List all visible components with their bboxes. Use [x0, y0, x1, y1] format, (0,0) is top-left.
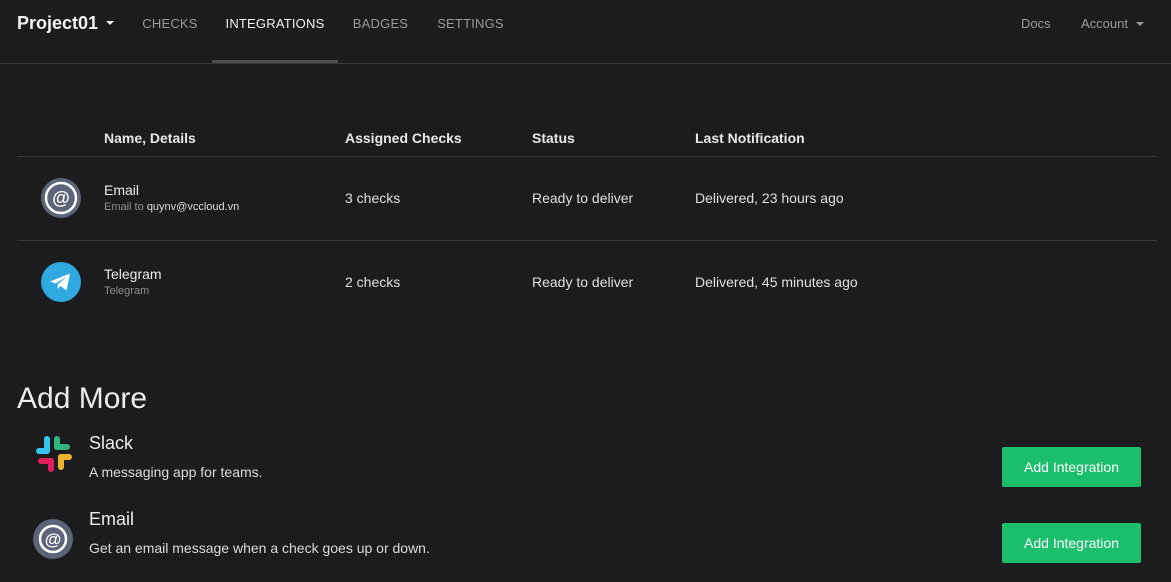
caret-down-icon	[1135, 21, 1144, 26]
add-item-email: @ Email Get an email message when a chec…	[17, 509, 1157, 579]
tab-integrations-label: INTEGRATIONS	[225, 16, 325, 31]
account-label: Account	[1081, 16, 1128, 31]
project-name: Project01	[17, 12, 99, 33]
svg-text:@: @	[45, 530, 62, 549]
table-row[interactable]: Telegram Telegram 2 checks Ready to deli…	[17, 241, 1157, 324]
integration-description: Get an email message when a check goes u…	[89, 540, 430, 556]
integration-details: Email to quynv@vccloud.vn	[104, 201, 239, 213]
details-prefix: Email to	[104, 201, 144, 213]
email-icon: @	[33, 519, 73, 559]
last-notification: Delivered, 45 minutes ago	[695, 274, 858, 290]
header-assigned: Assigned Checks	[345, 130, 462, 146]
tab-badges-label: BADGES	[352, 16, 409, 31]
header-status: Status	[532, 130, 575, 146]
tab-checks-label: CHECKS	[142, 16, 198, 31]
integration-name: Email	[104, 182, 140, 198]
integration-description: A messaging app for teams.	[89, 464, 263, 480]
status-text: Ready to deliver	[532, 190, 634, 206]
tab-badges[interactable]: BADGES	[338, 0, 423, 63]
integration-details: Telegram	[104, 285, 162, 297]
add-more-heading: Add More	[17, 382, 148, 415]
tab-integrations[interactable]: INTEGRATIONS	[212, 0, 338, 63]
table-header: Name, Details Assigned Checks Status Las…	[17, 120, 1157, 157]
integration-name-cell[interactable]: Email Email to quynv@vccloud.vn	[104, 182, 239, 213]
telegram-icon	[41, 262, 81, 302]
project-switcher[interactable]: Project01	[17, 12, 115, 34]
integration-title: Email	[89, 509, 135, 529]
table-row[interactable]: @ Email Email to quynv@vccloud.vn 3 chec…	[17, 157, 1157, 241]
add-email-integration-button[interactable]: Add Integration	[1002, 523, 1141, 563]
svg-text:@: @	[52, 188, 70, 208]
top-navbar: Project01 CHECKS INTEGRATIONS BADGES SET…	[0, 0, 1171, 64]
account-menu[interactable]: Account	[1081, 16, 1144, 31]
header-name: Name, Details	[104, 130, 196, 146]
caret-down-icon	[106, 21, 115, 25]
docs-link[interactable]: Docs	[1021, 16, 1051, 31]
assigned-checks[interactable]: 2 checks	[345, 274, 400, 290]
details-prefix: Telegram	[104, 285, 150, 297]
tab-settings-label: SETTINGS	[437, 16, 504, 31]
integration-name-cell[interactable]: Telegram Telegram	[104, 266, 162, 297]
add-item-slack: Slack A messaging app for teams. Add Int…	[17, 433, 1157, 503]
status-text: Ready to deliver	[532, 274, 634, 290]
slack-icon	[33, 433, 73, 473]
details-value: quynv@vccloud.vn	[146, 201, 240, 213]
last-notification: Delivered, 23 hours ago	[695, 190, 844, 206]
docs-label: Docs	[1021, 16, 1051, 31]
integrations-table: Name, Details Assigned Checks Status Las…	[17, 120, 1157, 324]
header-last-notification: Last Notification	[695, 130, 805, 146]
tab-checks[interactable]: CHECKS	[128, 0, 212, 63]
add-slack-integration-button[interactable]: Add Integration	[1002, 447, 1141, 487]
assigned-checks[interactable]: 3 checks	[345, 190, 400, 206]
integration-title: Slack	[89, 433, 134, 453]
tab-settings[interactable]: SETTINGS	[423, 0, 518, 63]
integration-name: Telegram	[104, 266, 162, 282]
email-icon: @	[41, 178, 81, 218]
